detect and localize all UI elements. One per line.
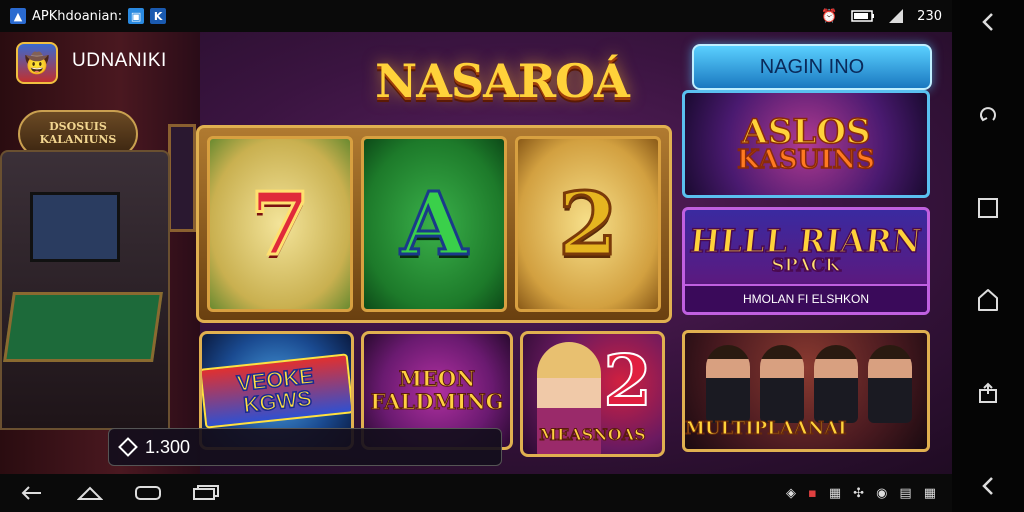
reel-2[interactable]: A — [361, 136, 507, 312]
status-app-label: APKhdoanian: — [32, 8, 123, 24]
side-navigation-bar — [952, 0, 1024, 512]
game-tile-label: VEOKE KGWS — [202, 352, 351, 429]
screenshot-icon[interactable] — [190, 481, 222, 505]
mascot-icon: 🤠 — [24, 51, 50, 75]
game-tile-line2: KASUINS — [736, 144, 875, 175]
reel-1[interactable]: 7 — [207, 136, 353, 312]
grid-icon: ▦ — [923, 485, 936, 501]
character-figure — [868, 345, 912, 423]
game-tile-caption: HMOLAN FI ELSHKON — [685, 284, 927, 312]
reel-symbol: 7 — [249, 172, 312, 276]
square-icon[interactable] — [972, 192, 1004, 224]
bottom-status-icons: ◈ ▪ ▦ ✣ ◉ ▤ ▦ — [786, 486, 936, 501]
status-bar: ▲ APKhdoanian: ▣ K ⏰ 230 — [0, 0, 952, 32]
collapse-chevron-icon[interactable] — [972, 6, 1004, 38]
keyboard-icon: ▤ — [899, 485, 912, 501]
game-tile-label: MULTIPLAANAI — [685, 418, 847, 440]
image-notification-icon: ▣ — [128, 8, 145, 24]
character-figure — [706, 345, 750, 423]
game-tile-line1: HLLL RIARN — [688, 221, 925, 261]
promo-banner-button[interactable]: NAGIN INO — [692, 44, 932, 90]
game-tile-measnoas[interactable]: 2 MEASNOAS — [520, 331, 665, 457]
reel-3[interactable]: 2 — [515, 136, 661, 312]
reel-symbol: A — [399, 172, 469, 276]
tile-characters-art — [701, 341, 917, 423]
flag-icon: ▪ — [808, 485, 817, 501]
background-slot-machine — [0, 150, 170, 430]
diamond-icon — [118, 437, 138, 457]
battery-icon — [851, 10, 875, 22]
recents-icon[interactable] — [132, 481, 164, 505]
shield-icon: ◈ — [786, 485, 797, 501]
game-tile-label: MEON FALDMING — [370, 367, 504, 414]
app-icon[interactable]: 🤠 — [16, 42, 58, 84]
app-notification-icon: ▲ — [10, 8, 26, 24]
game-lobby: DSOSUIS KALANIUNS 🤠 UDNANIKI NASAROÁ 7 A… — [0, 32, 952, 474]
game-tile-art: HLLL RIARN SPACK — [685, 210, 927, 290]
device-screen: ▲ APKhdoanian: ▣ K ⏰ 230 DSOSUIS KALANIU… — [0, 0, 1024, 512]
rotate-icon[interactable] — [972, 99, 1004, 131]
status-right: ⏰ 230 — [821, 9, 942, 24]
game-tile-hall-spack[interactable]: HLLL RIARN SPACK HMOLAN FI ELSHKON — [682, 207, 930, 315]
background-sign-line2: KALANIUNS — [39, 133, 117, 146]
balance-value: 1.300 — [145, 436, 191, 457]
game-tile-multiplayer[interactable]: MULTIPLAANAI — [682, 330, 930, 452]
share-icon[interactable] — [972, 377, 1004, 409]
game-tile-line1: ASLOS — [741, 111, 872, 152]
status-left: ▲ APKhdoanian: ▣ K — [10, 8, 167, 24]
home-icon[interactable] — [74, 481, 106, 505]
game-tile-line2: FALDMING — [370, 388, 504, 414]
slot-reels[interactable]: 7 A 2 — [196, 125, 672, 323]
joystick-icon: ✣ — [853, 485, 865, 501]
back-chevron-icon[interactable] — [972, 470, 1004, 502]
bottom-navigation-bar: ◈ ▪ ▦ ✣ ◉ ▤ ▦ — [0, 474, 952, 512]
gamepad-icon: ▦ — [828, 485, 842, 501]
game-title-logo: NASAROÁ — [375, 54, 630, 108]
reel-symbol: 2 — [557, 172, 620, 276]
character-figure — [814, 345, 858, 423]
app-k-notification-icon: K — [150, 8, 167, 24]
camera-icon: ◉ — [876, 485, 888, 501]
status-time: 230 — [917, 8, 942, 24]
balance-bar[interactable]: 1.300 — [108, 428, 502, 466]
game-tile-aslos-kasuins[interactable]: ASLOS KASUINS — [682, 90, 930, 198]
tile-number-art: 2 — [602, 339, 653, 422]
character-figure — [760, 345, 804, 423]
app-name: UDNANIKI — [72, 50, 167, 71]
signal-icon — [889, 9, 904, 23]
background-roulette-table — [3, 292, 163, 362]
alarm-icon: ⏰ — [820, 8, 838, 24]
back-icon[interactable] — [16, 481, 48, 505]
home-circle-icon[interactable] — [972, 284, 1004, 316]
game-tile-label: MEASNOAS — [539, 425, 646, 445]
background-picture-frame — [168, 124, 196, 232]
background-machine-screen — [30, 192, 120, 262]
